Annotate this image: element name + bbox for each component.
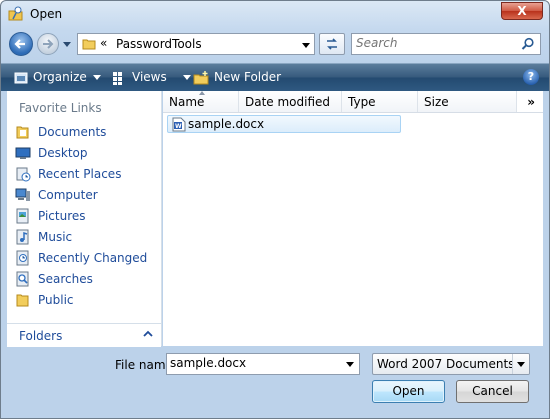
- organize-label: Organize: [33, 70, 87, 84]
- organize-icon: [14, 72, 28, 83]
- favorite-label: Public: [38, 293, 74, 307]
- organize-menu[interactable]: Organize: [13, 64, 101, 91]
- favorite-label: Recent Places: [38, 167, 122, 181]
- chevron-down-icon[interactable]: [302, 41, 310, 49]
- folders-toggle[interactable]: Folders: [7, 323, 161, 347]
- command-toolbar: Organize Views New Folder ?: [1, 63, 549, 91]
- favorite-desktop[interactable]: Desktop: [15, 143, 155, 163]
- chevron-down-icon: [92, 75, 101, 80]
- recently-changed-icon: [16, 250, 29, 266]
- favorite-music[interactable]: Music: [15, 227, 155, 247]
- chevron-down-icon: [517, 362, 525, 367]
- svg-text:W: W: [175, 123, 182, 130]
- pictures-icon: [16, 208, 29, 224]
- folder-icon: [16, 126, 29, 139]
- forward-arrow-icon: [43, 39, 54, 49]
- favorite-label: Desktop: [38, 146, 88, 160]
- views-icon: [113, 71, 122, 85]
- file-list: Name Date modified Type Size » W sample.…: [163, 91, 543, 346]
- folders-label: Folders: [19, 329, 63, 343]
- column-header-label: Size: [424, 95, 449, 109]
- file-type-dropdown[interactable]: [512, 354, 529, 374]
- address-bar[interactable]: « PasswordTools: [77, 33, 315, 55]
- close-button[interactable]: X: [501, 2, 543, 20]
- views-label: Views: [132, 70, 167, 84]
- favorite-recent-places[interactable]: Recent Places: [15, 164, 155, 184]
- file-name-input[interactable]: [170, 356, 340, 370]
- file-name: sample.docx: [188, 117, 265, 131]
- navigation-bar: « PasswordTools: [1, 29, 549, 61]
- computer-icon: [15, 188, 30, 201]
- recent-places-icon: [16, 167, 31, 182]
- chevron-up-icon: [143, 330, 153, 337]
- searches-icon: [16, 271, 29, 287]
- file-row[interactable]: W sample.docx: [167, 115, 401, 133]
- address-path[interactable]: PasswordTools: [116, 37, 202, 51]
- word-doc-icon: W: [172, 117, 186, 132]
- back-arrow-icon: [14, 39, 25, 49]
- new-folder-label: New Folder: [214, 70, 282, 84]
- open-folder-icon: [8, 6, 23, 21]
- open-dialog: Open X « PasswordTools Search Organize V…: [0, 0, 550, 419]
- title-bar: Open X: [1, 1, 549, 29]
- new-folder-button[interactable]: New Folder: [193, 64, 281, 91]
- search-icon[interactable]: [521, 37, 535, 51]
- views-menu[interactable]: Views: [111, 64, 191, 91]
- address-chevron[interactable]: «: [100, 36, 107, 50]
- refresh-button[interactable]: [319, 33, 345, 55]
- favorite-searches[interactable]: Searches: [15, 269, 155, 289]
- favorite-label: Documents: [38, 125, 107, 139]
- file-type-select[interactable]: Word 2007 Documents (*.doc: [372, 353, 530, 375]
- file-type-value: Word 2007 Documents (*.doc: [377, 357, 529, 371]
- recent-pages-dropdown-icon[interactable]: [63, 40, 71, 48]
- folder-icon: [82, 39, 96, 50]
- column-header-label: Type: [348, 95, 376, 109]
- file-name-combobox[interactable]: [166, 353, 360, 375]
- sort-ascending-icon: [199, 91, 205, 95]
- favorite-label: Pictures: [38, 209, 86, 223]
- favorite-links-header: Favorite Links: [19, 101, 102, 115]
- favorite-label: Music: [38, 230, 73, 244]
- desktop-icon: [15, 147, 31, 159]
- open-button[interactable]: Open: [372, 380, 445, 403]
- favorite-public[interactable]: Public: [15, 290, 155, 310]
- navigation-pane: Favorite Links Documents Desktop Recent …: [7, 91, 162, 347]
- window-title: Open: [30, 7, 63, 21]
- favorite-recently-changed[interactable]: Recently Changed: [15, 248, 155, 268]
- favorite-label: Searches: [38, 272, 93, 286]
- close-icon: X: [517, 4, 527, 18]
- back-button[interactable]: [9, 32, 33, 56]
- column-header-label: Name: [169, 95, 205, 109]
- column-header-type[interactable]: Type: [342, 91, 418, 112]
- search-box[interactable]: [351, 33, 541, 55]
- search-input[interactable]: [356, 36, 516, 50]
- favorite-pictures[interactable]: Pictures: [15, 206, 155, 226]
- column-header-date-modified[interactable]: Date modified: [239, 91, 342, 112]
- folder-icon: [16, 294, 29, 307]
- chevron-down-icon: [182, 75, 191, 80]
- column-header-size[interactable]: Size: [418, 91, 517, 112]
- refresh-icon: [327, 38, 337, 50]
- favorite-documents[interactable]: Documents: [15, 122, 155, 142]
- new-folder-icon: [193, 70, 209, 84]
- forward-button[interactable]: [37, 33, 59, 55]
- chevron-down-icon[interactable]: [346, 362, 354, 367]
- favorite-label: Computer: [38, 188, 98, 202]
- favorite-label: Recently Changed: [38, 251, 148, 265]
- header-divider: [163, 112, 543, 113]
- favorite-computer[interactable]: Computer: [15, 185, 155, 205]
- music-icon: [16, 229, 29, 245]
- help-icon[interactable]: ?: [523, 69, 539, 85]
- cancel-button[interactable]: Cancel: [456, 380, 529, 403]
- column-header-name[interactable]: Name: [163, 91, 239, 112]
- more-columns-button[interactable]: »: [527, 95, 535, 109]
- column-header-label: Date modified: [245, 95, 331, 109]
